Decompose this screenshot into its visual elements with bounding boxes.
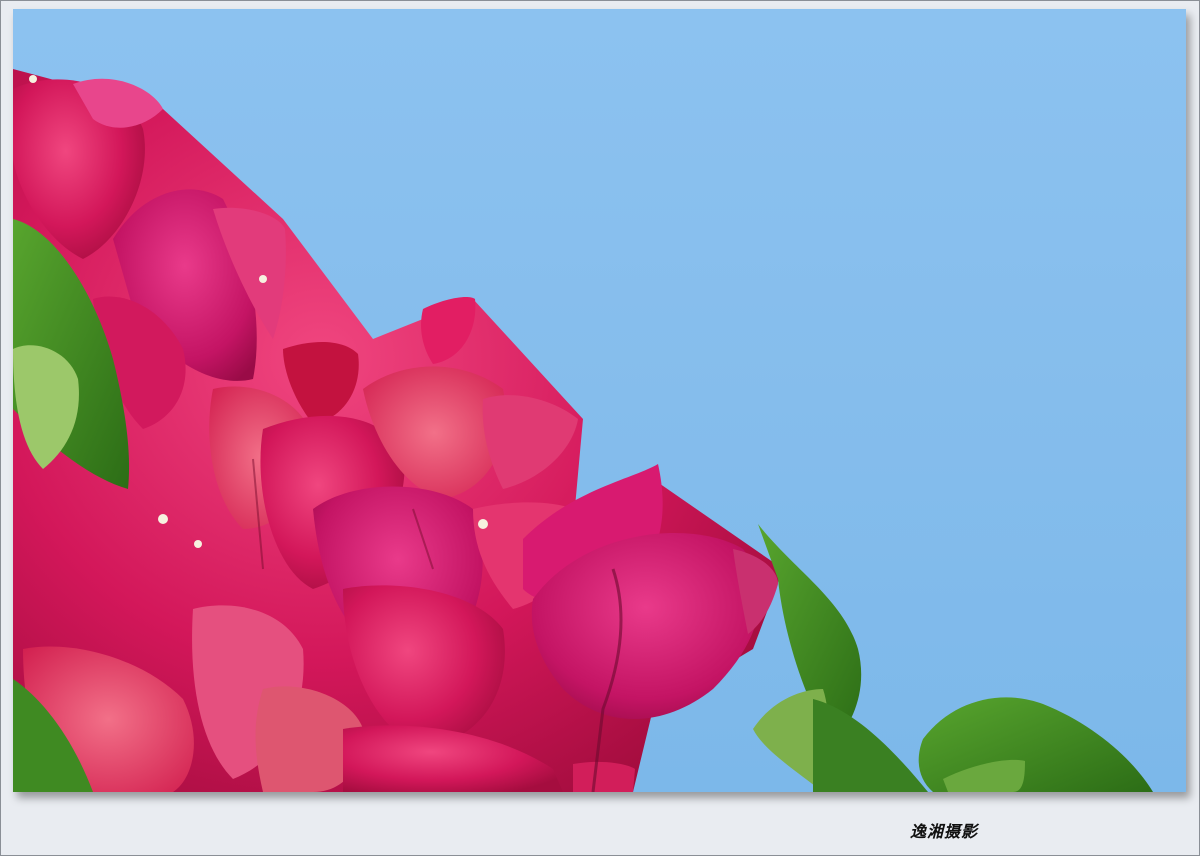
floret [194, 540, 202, 548]
watermark-signature: 逸湘摄影 [910, 822, 979, 841]
floret [158, 514, 168, 524]
bougainvillea-photo-art [13, 69, 1153, 792]
photo [13, 9, 1186, 792]
floret [29, 75, 37, 83]
floret [478, 519, 488, 529]
floret [259, 275, 267, 283]
leaf [813, 699, 928, 792]
petal [573, 761, 635, 792]
